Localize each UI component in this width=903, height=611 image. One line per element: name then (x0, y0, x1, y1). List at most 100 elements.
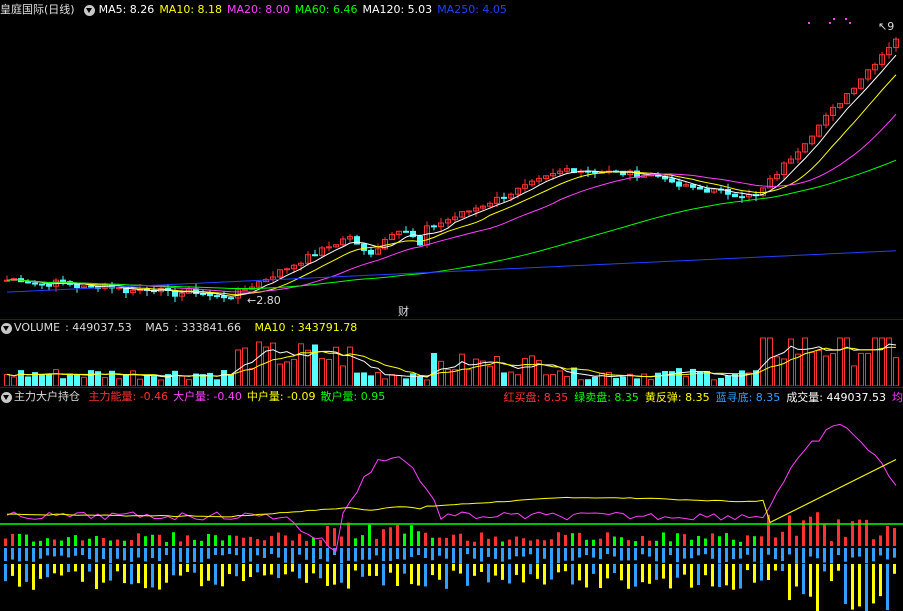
volume-bar (249, 367, 255, 386)
indicator-bar-upper (725, 533, 728, 546)
indicator-bar-bottom (480, 564, 483, 572)
indicator-bar-upper (697, 535, 700, 546)
volume-bar (837, 337, 843, 386)
volume-bar (760, 337, 766, 386)
indicator-legend-item-1: 大户量: -0.40 (173, 390, 242, 403)
financial-report-marker[interactable]: 财 (398, 303, 409, 319)
volume-bar (291, 358, 297, 386)
volume-bar (25, 376, 31, 386)
indicator-bar-upper (655, 540, 658, 546)
indicator-bar-lower (844, 548, 847, 562)
indicator-bar-lower (347, 548, 350, 561)
volume-bar (816, 349, 822, 386)
volume-bar (676, 368, 682, 386)
indicator-bar-bottom (718, 564, 721, 588)
indicator-bar-lower (396, 548, 399, 560)
indicator-bar-bottom (501, 564, 504, 580)
volume-bar (662, 371, 668, 386)
indicator-chart[interactable] (0, 406, 903, 611)
volume-bar (718, 377, 724, 386)
chart-menu-icon[interactable] (84, 4, 96, 16)
indicator-bar-bottom (340, 564, 343, 583)
indicator-bar-bottom (732, 564, 735, 590)
indicator-bar-upper (249, 536, 252, 546)
indicator-bar-bottom (95, 564, 98, 590)
indicator-bar-lower (508, 548, 511, 560)
volume-chart[interactable] (0, 336, 903, 386)
low-arrow-icon: ← (247, 294, 257, 307)
indicator-bar-bottom (529, 564, 532, 575)
indicator-name: 主力大户持仓 (14, 390, 80, 403)
indicator-bar-bottom (788, 564, 791, 601)
indicator-bar-lower (242, 548, 245, 564)
indicator-bar-bottom (347, 564, 350, 589)
indicator-bar-upper (459, 533, 462, 546)
volume-bar (830, 353, 836, 386)
indicator-bar-lower (340, 548, 343, 564)
indicator-bar-upper (347, 522, 350, 546)
volume-menu-icon[interactable] (1, 322, 12, 334)
volume-ma10-line (6, 346, 897, 378)
indicator-bar-lower (830, 548, 833, 564)
indicator-bar-bottom (697, 564, 700, 586)
indicator-bar-lower (571, 548, 574, 561)
volume-bar (326, 358, 332, 386)
indicator-bar-bottom (620, 564, 623, 581)
indicator-bar-bottom (473, 564, 476, 576)
indicator-bar-lower (4, 548, 7, 562)
volume-bar (179, 375, 185, 386)
indicator-bar-lower (886, 548, 889, 560)
indicator-menu-icon[interactable] (1, 391, 12, 403)
indicator-bar-upper (179, 541, 182, 546)
indicator-bar-bottom (739, 564, 742, 589)
indicator-bar-bottom (396, 564, 399, 586)
ma-legend-item-3: MA60: 6.46 (294, 3, 358, 16)
indicator-bar-lower (235, 548, 238, 556)
indicator-bar-lower (494, 548, 497, 559)
indicator-bar-upper (718, 536, 721, 546)
indicator-bar-bottom (116, 564, 119, 572)
indicator-bar-lower (60, 548, 63, 556)
volume-bar (312, 344, 318, 386)
indicator-bar-upper (242, 537, 245, 546)
indicator-bar-bottom (872, 564, 875, 604)
indicator-bar-lower (501, 548, 504, 562)
indicator-bar-lower (536, 548, 539, 564)
indicator-bar-upper (599, 538, 602, 546)
volume-bar (368, 375, 374, 386)
indicator-bar-lower (473, 548, 476, 559)
indicator-bar-lower (95, 548, 98, 563)
indicator-bar-bottom (67, 564, 70, 573)
indicator-bar-lower (557, 548, 560, 564)
indicator-bar-bottom (683, 564, 686, 575)
candle-body (46, 284, 52, 287)
indicator-bar-upper (389, 527, 392, 546)
indicator-bar-lower (529, 548, 532, 555)
volume-bar (634, 378, 640, 386)
indicator-bar-upper (739, 541, 742, 546)
indicator-right-item-0: 红买盘: 8.35 (503, 391, 569, 404)
volume-bar (893, 357, 899, 386)
indicator-bar-bottom (375, 564, 378, 576)
indicator-bar-lower (459, 548, 462, 564)
volume-bar (74, 374, 80, 386)
indicator-bar-bottom (543, 564, 546, 585)
indicator-bar-bottom (781, 564, 784, 571)
indicator-bar-upper (543, 540, 546, 546)
candle-body (676, 181, 682, 187)
high-price-label: ↖9 (878, 20, 895, 33)
volume-bar (578, 379, 584, 386)
indicator-bar-lower (46, 548, 49, 556)
indicator-bar-bottom (74, 564, 77, 572)
volume-bar (116, 378, 122, 386)
indicator-bar-lower (74, 548, 77, 556)
indicator-bar-upper (844, 536, 847, 546)
indicator-bar-lower (753, 548, 756, 562)
candlestick-chart[interactable] (0, 18, 903, 318)
indicator-bar-lower (655, 548, 658, 562)
indicator-bar-bottom (844, 564, 847, 604)
volume-bar (361, 372, 367, 386)
volume-bar (466, 369, 472, 386)
indicator-bar-bottom (207, 564, 210, 581)
indicator-bar-bottom (508, 564, 511, 584)
